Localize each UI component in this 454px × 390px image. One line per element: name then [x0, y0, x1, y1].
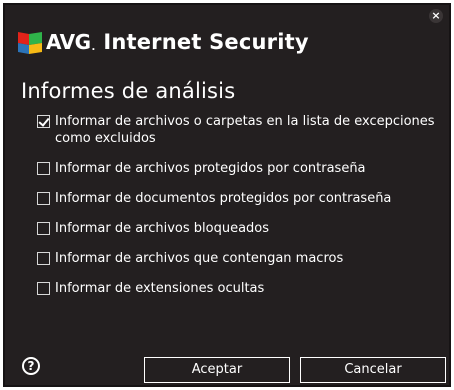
- option-report-macros[interactable]: Informar de archivos que contengan macro…: [37, 250, 437, 267]
- option-report-password-documents[interactable]: Informar de documentos protegidos por co…: [37, 190, 437, 207]
- option-label: Informar de archivos bloqueados: [55, 221, 270, 236]
- option-report-locked-files[interactable]: Informar de archivos bloqueados: [37, 220, 437, 237]
- checkbox[interactable]: [37, 192, 50, 205]
- dialog-frame: × AVG . Internet Security Informes de an…: [3, 3, 451, 387]
- cancel-button[interactable]: Cancelar: [300, 357, 446, 383]
- checkbox[interactable]: [37, 222, 50, 235]
- brand-name: AVG: [46, 30, 91, 54]
- avg-logo-icon: [18, 32, 42, 54]
- close-button[interactable]: ×: [429, 9, 443, 23]
- ok-button[interactable]: Aceptar: [144, 357, 290, 383]
- option-report-hidden-extensions[interactable]: Informar de extensiones ocultas: [37, 280, 437, 297]
- avg-settings-window: × AVG . Internet Security Informes de an…: [0, 0, 454, 390]
- brand-suffix: .: [91, 41, 96, 53]
- checkbox[interactable]: [37, 162, 50, 175]
- page-title: Informes de análisis: [21, 79, 236, 103]
- checkbox[interactable]: [37, 115, 50, 128]
- close-icon: ×: [431, 9, 441, 22]
- option-label: Informar de extensiones ocultas: [55, 281, 265, 296]
- option-label: Informar de documentos protegidos por co…: [55, 191, 392, 206]
- app-logo: AVG . Internet Security: [17, 27, 309, 57]
- option-label: Informar de archivos o carpetas en la li…: [55, 114, 435, 146]
- option-report-password-files[interactable]: Informar de archivos protegidos por cont…: [37, 160, 437, 177]
- checkbox[interactable]: [37, 282, 50, 295]
- help-icon[interactable]: ?: [22, 357, 40, 375]
- report-options-list: Informar de archivos o carpetas en la li…: [37, 113, 437, 310]
- option-label: Informar de archivos protegidos por cont…: [55, 161, 366, 176]
- checkbox[interactable]: [37, 252, 50, 265]
- option-report-excluded[interactable]: Informar de archivos o carpetas en la li…: [37, 113, 437, 147]
- product-name: Internet Security: [103, 30, 309, 54]
- option-label: Informar de archivos que contengan macro…: [55, 251, 344, 266]
